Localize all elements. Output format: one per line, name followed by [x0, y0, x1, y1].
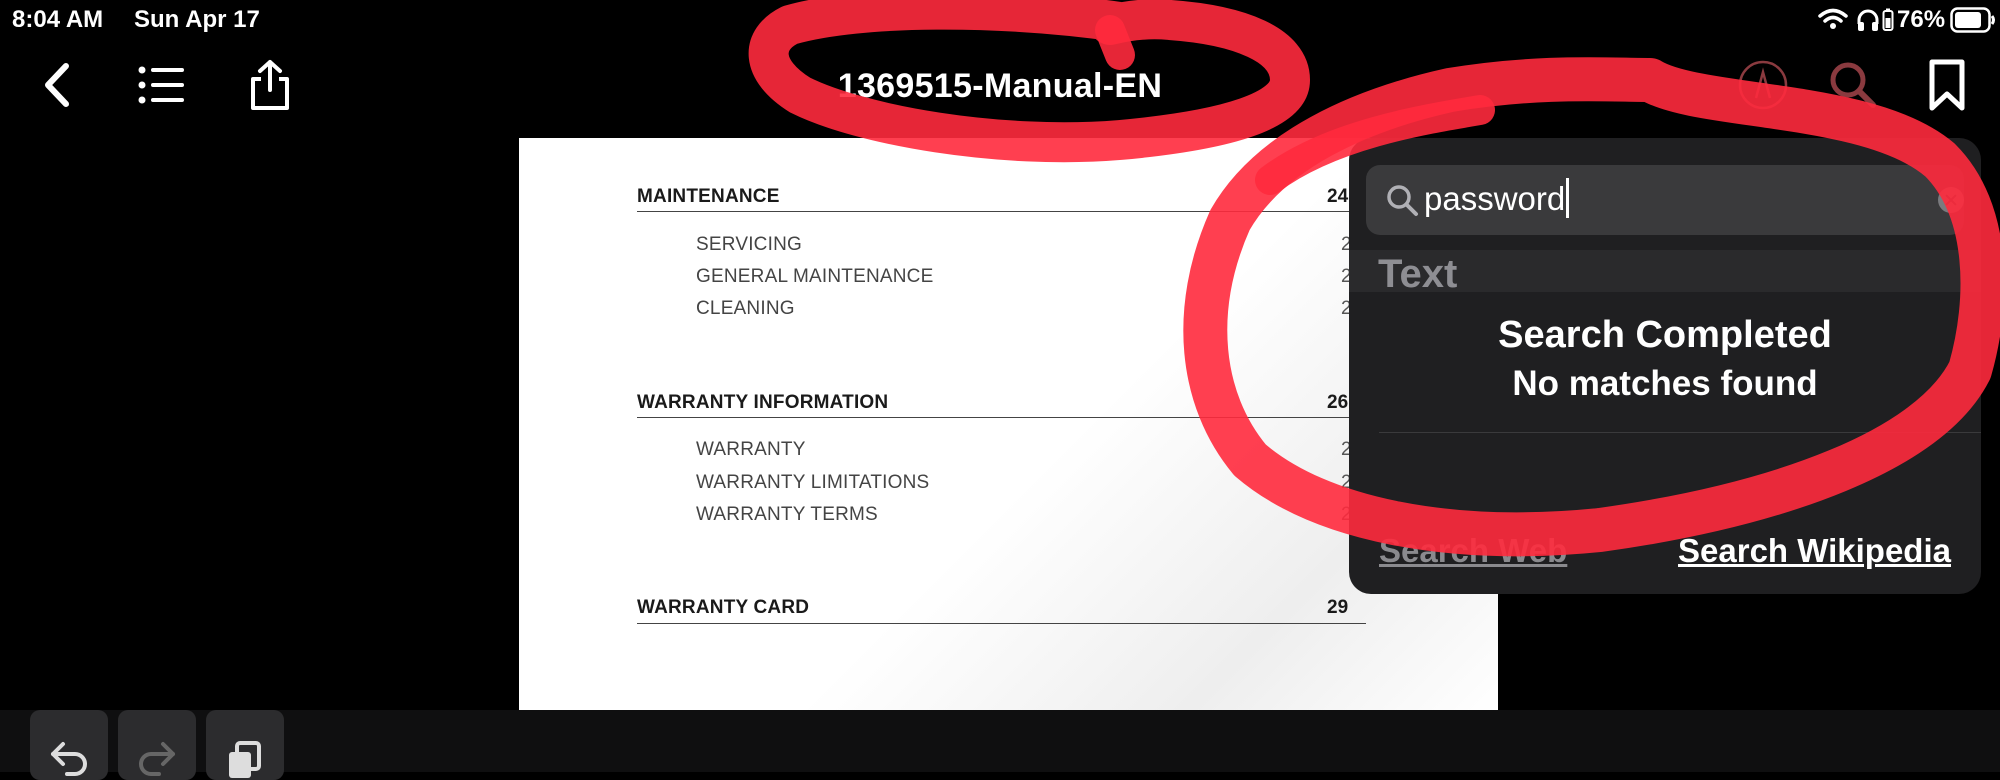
undo-icon — [51, 742, 87, 776]
search-result-subtitle: No matches found — [1512, 364, 1818, 403]
search-icon[interactable] — [1826, 58, 1880, 112]
section-title: MAINTENANCE — [637, 186, 780, 207]
search-popover: password Text Search Completed No matche… — [1349, 138, 1981, 594]
toc-item: SERVICING — [696, 234, 802, 255]
redo-icon — [139, 742, 175, 776]
section-rule — [637, 211, 1366, 212]
search-input[interactable]: password — [1424, 180, 1565, 217]
toc-item: CLEANING — [696, 298, 795, 319]
search-wikipedia-link[interactable]: Search Wikipedia — [1678, 532, 1951, 570]
search-field[interactable]: password — [1366, 165, 1964, 235]
headphones-icon — [1857, 9, 1879, 31]
battery-small-icon — [1882, 8, 1894, 31]
magnifier-icon — [1387, 185, 1418, 216]
results-section-header: Text — [1349, 250, 1981, 296]
clear-icon[interactable] — [1938, 187, 1964, 213]
toc-item: WARRANTY — [696, 439, 806, 460]
battery-percentage: 76% — [1897, 6, 1946, 33]
wifi-icon — [1818, 8, 1848, 29]
copy-icon — [229, 741, 261, 778]
bookmark-icon[interactable] — [1920, 58, 1974, 112]
section-page-number: 29 — [1327, 597, 1349, 618]
divider — [1379, 432, 1981, 433]
toc-item: WARRANTY LIMITATIONS — [696, 472, 930, 493]
bottom-toolbar — [0, 710, 2000, 772]
toc-item: WARRANTY TERMS — [696, 504, 878, 525]
redo-button[interactable] — [118, 710, 196, 780]
text-caret — [1566, 178, 1570, 218]
undo-button[interactable] — [30, 710, 108, 780]
section-rule — [637, 417, 1366, 418]
toc-item: GENERAL MAINTENANCE — [696, 266, 934, 287]
copy-button[interactable] — [206, 710, 284, 780]
results-section-label: Text — [1378, 252, 1458, 296]
document-title: 1369515-Manual-EN — [837, 67, 1163, 105]
status-time: 8:04 AM — [12, 6, 104, 33]
section-title: WARRANTY INFORMATION — [637, 392, 889, 413]
battery-icon — [1950, 7, 1995, 33]
search-result-title: Search Completed — [1498, 314, 1832, 356]
markup-icon[interactable] — [1736, 58, 1790, 112]
section-rule — [637, 623, 1366, 624]
section-title: WARRANTY CARD — [637, 597, 810, 618]
search-web-link[interactable]: Search Web — [1379, 532, 1567, 570]
status-date: Sun Apr 17 — [134, 6, 260, 33]
